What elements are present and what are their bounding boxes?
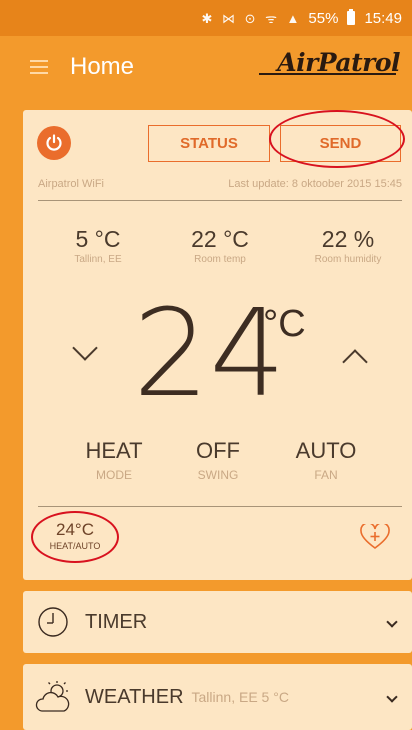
- fan-label: FAN: [314, 468, 338, 482]
- control-card: STATUS SEND Airpatrol WiFi Last update: …: [23, 110, 412, 580]
- setpoint-unit: °C: [263, 303, 306, 345]
- weather-card[interactable]: WEATHER Tallinn, EE 5 °C: [23, 664, 412, 730]
- power-icon: [46, 134, 62, 151]
- setpoint-control: 24 °C: [23, 295, 412, 425]
- room-humidity-value: 22 %: [321, 226, 375, 252]
- increase-temp-chevron-icon[interactable]: [342, 349, 368, 375]
- fan-value: AUTO: [295, 438, 357, 463]
- device-name: Airpatrol WiFi: [38, 178, 105, 190]
- fan-selector[interactable]: AUTO FAN: [281, 438, 371, 482]
- send-highlight-circle: [269, 110, 405, 168]
- divider: [38, 200, 402, 201]
- heart-plus-icon: [360, 522, 390, 549]
- weather-sun-cloud-icon: [35, 681, 70, 712]
- divider: [38, 506, 402, 507]
- room-temp-value: 22 °C: [191, 226, 249, 252]
- menu-icon[interactable]: [30, 60, 48, 74]
- last-update: Last update: 8 oktoober 2015 15:45: [228, 178, 402, 190]
- timer-row[interactable]: TIMER: [23, 591, 412, 653]
- chevron-down-icon[interactable]: [386, 691, 398, 703]
- clock: 15:49: [364, 9, 402, 27]
- clock-icon: [38, 607, 68, 637]
- status-button[interactable]: STATUS: [148, 125, 270, 162]
- outdoor-temp-value: 5 °C: [75, 226, 121, 252]
- swing-label: SWING: [197, 468, 239, 482]
- power-button[interactable]: [37, 126, 71, 160]
- room-temp-reading: 22 °C Room temp: [175, 226, 265, 265]
- swing-selector[interactable]: OFF SWING: [173, 438, 263, 482]
- brand-logo: AirPatrol: [259, 48, 400, 77]
- chevron-down-icon[interactable]: [386, 616, 398, 628]
- outdoor-temp-reading: 5 °C Tallinn, EE: [58, 226, 138, 265]
- room-temp-label: Room temp: [194, 254, 246, 265]
- mode-value: HEAT: [85, 438, 143, 463]
- timer-label: TIMER: [85, 610, 148, 633]
- battery-icon: [347, 9, 356, 25]
- battery-percent: 55%: [308, 9, 339, 27]
- preset-highlight-circle: [31, 511, 119, 563]
- weather-label: WEATHER: [85, 685, 184, 708]
- mode-label: MODE: [96, 468, 132, 482]
- weather-row[interactable]: WEATHER Tallinn, EE 5 °C: [23, 664, 412, 730]
- page-title: Home: [70, 53, 135, 80]
- add-favorite-heart-icon[interactable]: [360, 522, 390, 550]
- decrease-temp-chevron-icon[interactable]: [72, 335, 98, 361]
- room-humidity-reading: 22 % Room humidity: [301, 226, 395, 265]
- status-bar: ✱ ⋈ ⊙ ᯤ ▲ 55% 15:49: [0, 0, 412, 36]
- room-humidity-label: Room humidity: [314, 254, 382, 265]
- app-bar: Home AirPatrol: [0, 36, 412, 98]
- weather-location-temp: Tallinn, EE 5 °C: [191, 689, 289, 705]
- status-icons: ✱ ⋈ ⊙ ᯤ ▲: [201, 11, 303, 26]
- outdoor-temp-label: Tallinn, EE: [74, 254, 122, 265]
- mode-selector[interactable]: HEAT MODE: [69, 438, 159, 482]
- swing-value: OFF: [196, 438, 240, 463]
- timer-card[interactable]: TIMER: [23, 591, 412, 653]
